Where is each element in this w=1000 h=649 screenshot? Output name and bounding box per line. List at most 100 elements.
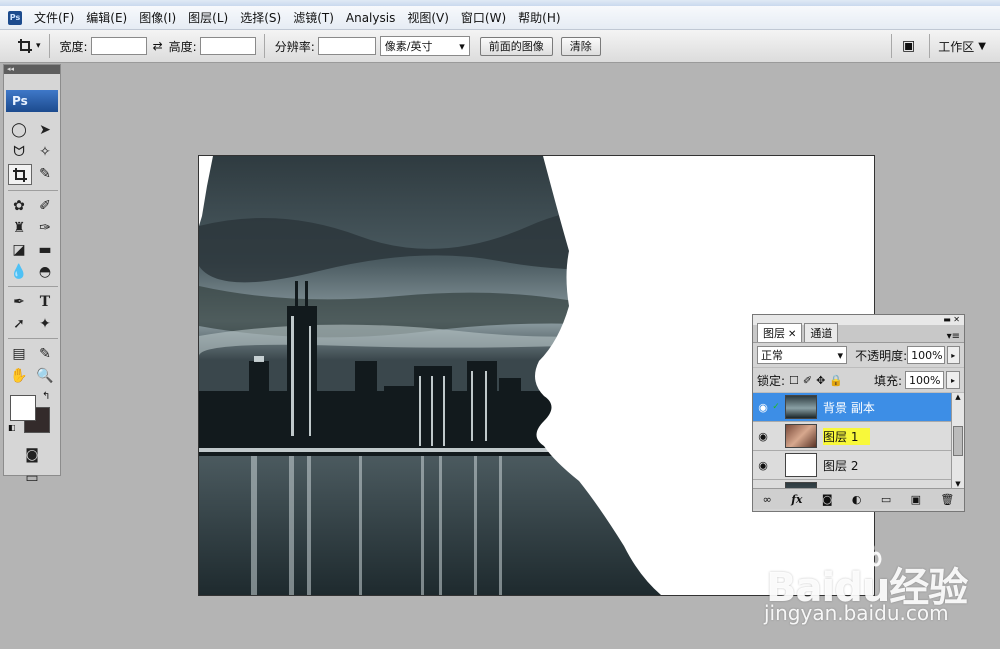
layer-style-icon[interactable]: fx [791, 493, 802, 506]
app-icon: Ps [8, 10, 22, 25]
swap-arrows-icon[interactable]: ⇄ [153, 39, 163, 53]
front-image-button[interactable]: 前面的图像 [479, 36, 553, 56]
menu-layer[interactable]: 图层(L) [182, 9, 234, 26]
menu-window[interactable]: 窗口(W) [455, 9, 512, 26]
delete-layer-icon[interactable]: 🗑 [940, 493, 954, 506]
link-layers-icon[interactable]: ∞ [763, 493, 772, 506]
add-mask-icon[interactable]: ◙ [822, 493, 833, 506]
lock-position-icon[interactable]: ✥ [816, 374, 825, 387]
close-icon[interactable]: ✕ [953, 315, 960, 325]
watermark-url: jingyan.baidu.com [764, 601, 949, 625]
close-icon[interactable]: ✕ [788, 329, 796, 340]
move-tool-icon[interactable]: ➤ [34, 120, 56, 139]
tab-layers[interactable]: 图层 ✕ [757, 323, 803, 342]
type-tool-icon[interactable]: T [34, 292, 56, 311]
scroll-up-icon[interactable]: ▲ [955, 393, 960, 401]
menu-analysis[interactable]: Analysis [340, 11, 401, 25]
visibility-eye-icon[interactable]: ◉ [755, 488, 771, 489]
layer-row[interactable]: ◉ 图层 2 [753, 451, 964, 480]
resolution-unit-select[interactable]: 像素/英寸 ▾ [379, 36, 470, 56]
screen-mode-icon[interactable]: ▭ [21, 468, 43, 487]
menu-view[interactable]: 视图(V) [401, 9, 455, 26]
opacity-arrow-icon[interactable]: ▸ [946, 346, 960, 364]
layer-row[interactable]: ◉ 背景 🔒 [753, 480, 964, 488]
foreground-color-swatch[interactable] [10, 395, 36, 421]
layer-row[interactable]: ◉ 图层 1 [753, 422, 964, 451]
clone-stamp-icon[interactable]: ♜ [8, 218, 30, 237]
divider [48, 34, 50, 58]
scroll-thumb[interactable] [953, 425, 963, 456]
healing-brush-icon[interactable]: ✿ [8, 196, 30, 215]
tab-layers-label: 图层 [763, 327, 785, 340]
opacity-input[interactable]: 100% [907, 346, 945, 364]
lasso-tool-icon[interactable]: ᗢ [8, 142, 30, 161]
options-bar: ▾ 宽度: ⇄ 高度: 分辨率: 像素/英寸 ▾ 前面的图像 清除 ▣ 工作区 … [0, 30, 1000, 63]
chevron-down-icon[interactable]: ▾ [36, 41, 41, 51]
menu-filter[interactable]: 滤镜(T) [287, 9, 340, 26]
layer-row[interactable]: ◉ ✓ 背景 副本 [753, 393, 964, 422]
layer-list: ◉ ✓ 背景 副本 ◉ 图层 1 ◉ 图层 2 ◉ 背景 🔒 ▲ ▼ [753, 393, 964, 488]
resolution-unit-value: 像素/英寸 [384, 40, 433, 53]
magic-wand-icon[interactable]: ✧ [34, 142, 56, 161]
fill-arrow-icon[interactable]: ▸ [946, 371, 960, 389]
lock-label: 锁定: [757, 373, 786, 388]
zoom-tool-icon[interactable]: 🔍 [34, 366, 56, 385]
notes-tool-icon[interactable]: ▤ [8, 344, 30, 363]
crop-preset-icon[interactable] [14, 37, 36, 56]
dodge-tool-icon[interactable]: ◓ [34, 262, 56, 281]
eraser-tool-icon[interactable]: ◪ [8, 240, 30, 259]
blend-mode-select[interactable]: 正常 ▾ [757, 346, 848, 364]
layer-thumbnail [785, 482, 817, 488]
crop-tool-icon[interactable] [8, 164, 32, 185]
collapse-icon[interactable]: ◂◂ [4, 65, 60, 74]
chevron-down-icon: ▾ [837, 348, 844, 362]
marquee-tool-icon[interactable]: ◯ [8, 120, 30, 139]
layer-name: 图层 1 [823, 427, 871, 445]
width-input[interactable] [90, 37, 147, 55]
menu-image[interactable]: 图像(I) [133, 9, 182, 26]
blend-row: 正常 ▾ 不透明度: 100% ▸ [753, 343, 964, 368]
quick-mask-icon[interactable]: ◙ [21, 445, 43, 464]
resolution-input[interactable] [317, 37, 376, 55]
visibility-eye-icon[interactable]: ◉ [755, 401, 771, 414]
panel-menu-icon[interactable]: ▾≡ [947, 331, 964, 342]
blend-mode-value: 正常 [761, 349, 783, 362]
history-brush-icon[interactable]: ✑ [34, 218, 56, 237]
menu-edit[interactable]: 编辑(E) [80, 9, 133, 26]
workspace-label[interactable]: 工作区 [938, 38, 974, 55]
chevron-down-icon: ▾ [459, 39, 465, 53]
tab-channels[interactable]: 通道 [804, 323, 839, 342]
visibility-eye-icon[interactable]: ◉ [755, 430, 771, 443]
hand-tool-icon[interactable]: ✋ [8, 366, 30, 385]
chevron-down-icon[interactable]: ▼ [978, 41, 986, 52]
menu-help[interactable]: 帮助(H) [512, 9, 566, 26]
path-selection-icon[interactable]: ➚ [8, 314, 30, 333]
height-input[interactable] [199, 37, 256, 55]
new-group-icon[interactable]: ▭ [881, 493, 891, 506]
shape-tool-icon[interactable]: ✦ [34, 314, 56, 333]
clear-button[interactable]: 清除 [560, 36, 601, 56]
brush-tool-icon[interactable]: ✐ [34, 196, 56, 215]
menu-select[interactable]: 选择(S) [234, 9, 287, 26]
eyedropper-tool-icon[interactable]: ✎ [34, 164, 56, 183]
blur-tool-icon[interactable]: 💧 [8, 262, 30, 281]
adjustment-layer-icon[interactable]: ◐ [852, 493, 862, 506]
layers-scrollbar[interactable]: ▲ ▼ [951, 393, 964, 488]
color-sampler-icon[interactable]: ✎ [34, 344, 56, 363]
collapse-icon[interactable]: ▬ [943, 315, 951, 325]
gradient-tool-icon[interactable]: ▬ [34, 240, 56, 259]
lock-transparent-icon[interactable]: ☐ [789, 374, 799, 387]
swap-colors-icon[interactable]: ↰ [42, 391, 50, 402]
scroll-down-icon[interactable]: ▼ [955, 480, 960, 488]
lock-pixels-icon[interactable]: ✐ [803, 374, 812, 387]
pen-tool-icon[interactable]: ✒ [8, 292, 30, 311]
menu-bar: Ps 文件(F) 编辑(E) 图像(I) 图层(L) 选择(S) 滤镜(T) A… [0, 6, 1000, 30]
menu-file[interactable]: 文件(F) [28, 9, 80, 26]
fill-input[interactable]: 100% [905, 371, 944, 389]
new-layer-icon[interactable]: ▣ [911, 493, 921, 506]
visibility-eye-icon[interactable]: ◉ [755, 459, 771, 472]
lock-all-icon[interactable]: 🔒 [829, 374, 843, 387]
default-colors-icon[interactable]: ◧ [8, 423, 16, 432]
bridge-icon[interactable]: ▣ [902, 38, 915, 54]
layer-name: 背景 [823, 486, 847, 489]
